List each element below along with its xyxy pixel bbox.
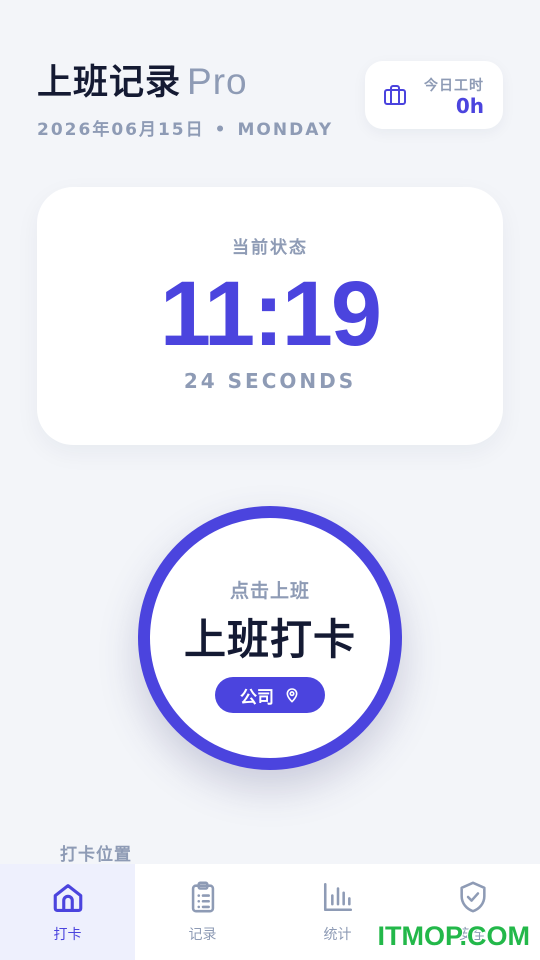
page-header: 上班记录 Pro 2026年06月15日 • MONDAY [37,60,333,140]
page-title-text: 上班记录 [37,63,182,103]
page-title: 上班记录 Pro [37,60,333,105]
date-text: 2026年06月15日 [37,120,205,140]
home-icon [53,884,82,913]
today-hours-card[interactable]: 今日工时 0h [365,61,503,129]
date-separator: • [214,120,228,140]
location-section-label: 打卡位置 [60,845,132,865]
map-pin-icon [286,688,298,703]
watermark-text: ITMOP.COM [377,921,530,951]
tab-label: 记录 [188,927,217,943]
tab-records[interactable]: 记录 [135,864,270,960]
status-label: 当前状态 [232,238,308,258]
status-card: 当前状态 11:19 24 SECONDS [37,187,503,445]
clock-in-button[interactable]: 点击上班 上班打卡 公司 [138,506,402,770]
clock-in-label: 上班打卡 [183,615,356,664]
location-text: 公司 [240,687,274,708]
clipboard-list-icon [191,881,214,913]
status-seconds: 24 SECONDS [183,369,357,393]
tab-clock-in[interactable]: 打卡 [0,864,135,960]
today-hours-value: 0h [455,94,484,118]
weekday-text: MONDAY [237,120,334,140]
today-hours-label: 今日工时 [424,78,484,94]
briefcase-icon [384,85,406,105]
location-pill[interactable]: 公司 [215,677,325,713]
status-time: 11:19 [159,263,382,365]
bar-chart-icon [323,882,352,912]
tab-label: 打卡 [53,927,82,943]
shield-check-icon [459,881,486,913]
date-line: 2026年06月15日 • MONDAY [37,115,333,140]
page-title-suffix: Pro [187,61,248,102]
clock-in-hint: 点击上班 [229,580,310,602]
